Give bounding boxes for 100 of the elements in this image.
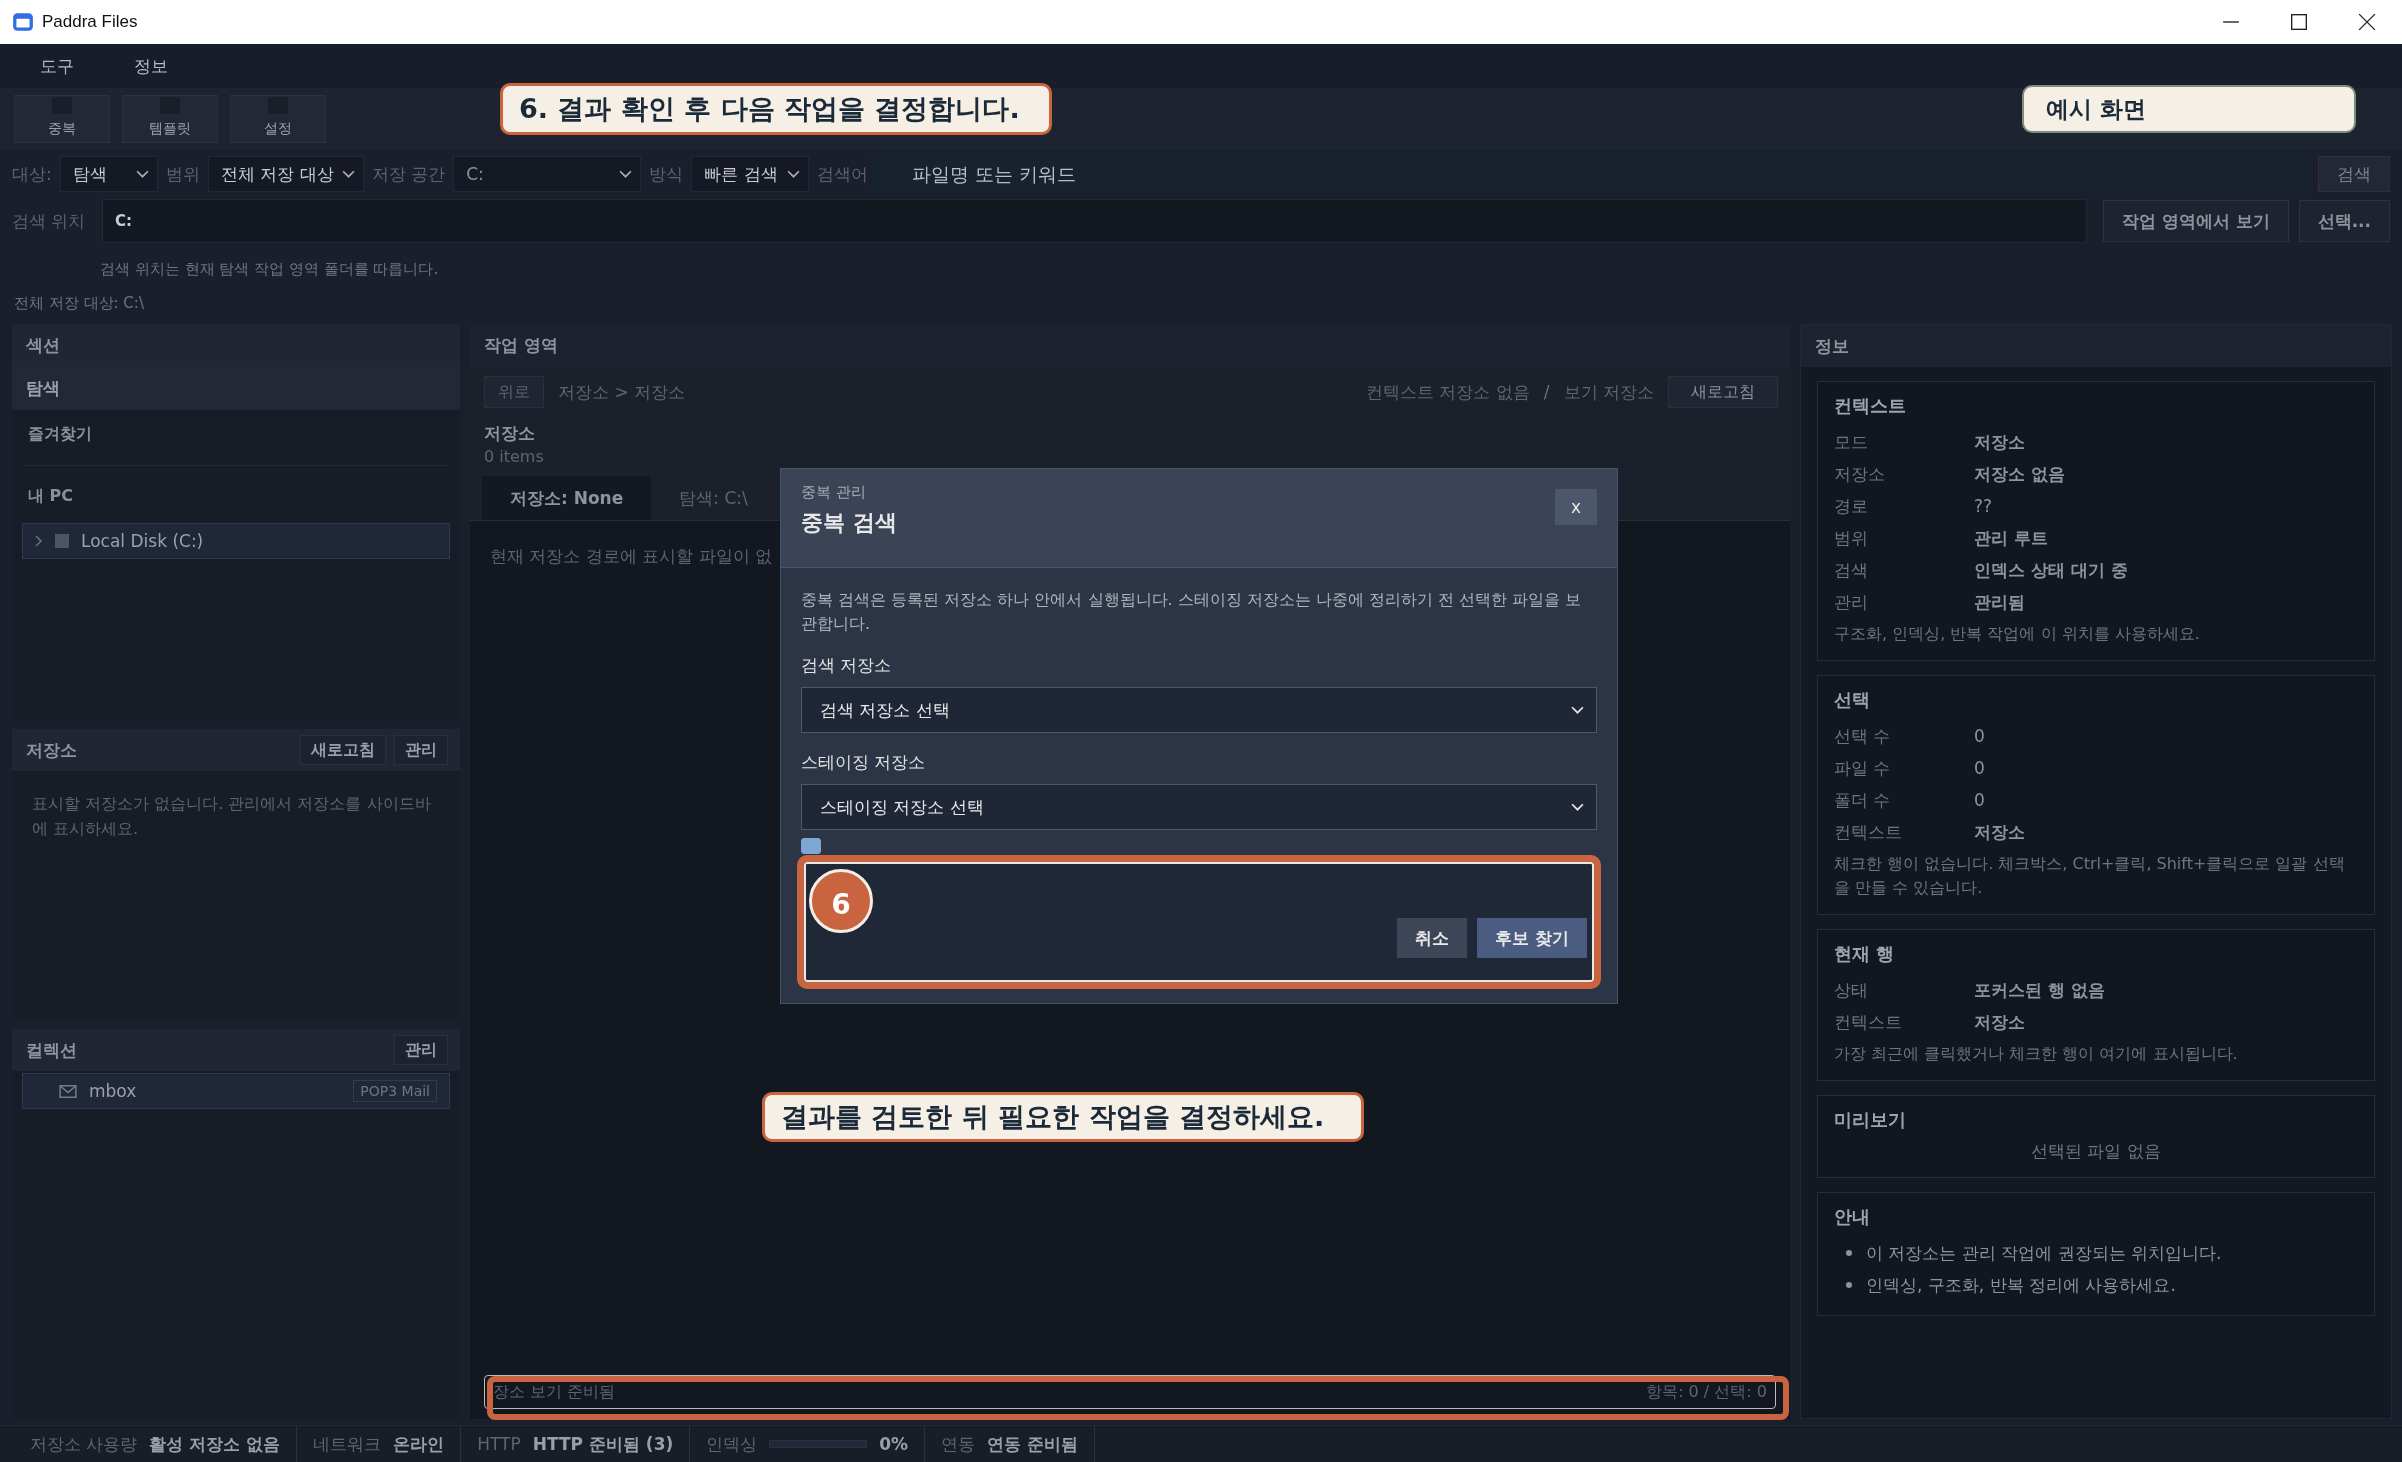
toolbar-button[interactable]: 중복 [14,95,110,143]
chevron-down-icon [787,169,801,179]
panel-header: 컬렉션 [26,1038,77,1062]
panel-header: 정보 [1801,325,2391,367]
info-value: 저장소 [1974,430,2025,454]
toolbar-button[interactable]: 템플릿 [122,95,218,143]
group-label: 내 PC [27,485,75,507]
location-button[interactable]: 작업 영역에서 보기 [2102,200,2289,242]
sample-badge: 예시 화면 [2022,85,2356,133]
guide-text: 이 저장소는 관리 작업에 권장되는 위치입니다. [1866,1241,2222,1265]
info-label: 컨텍스트 [1834,820,1903,844]
status-value: 활성 저장소 없음 [149,1432,281,1456]
dropdown-field[interactable]: 검색 저장소 선택 [801,687,1597,733]
menu-item[interactable]: 정보 [134,54,168,78]
bullet-icon [1846,1282,1852,1288]
card-title: 컨텍스트 [1834,394,1907,418]
group-label: 즐겨찾기 [27,423,93,445]
card-note: 체크한 행이 없습니다. 체크박스, Ctrl+클릭, Shift+클릭으로 일괄 선택을 만들 수 있습니다. [1834,853,2346,899]
location-hint: 검색 위치는 현재 탐색 작업 영역 폴더를 따릅니다. [99,259,440,280]
refresh-button[interactable]: 새로고침 [1668,376,1778,408]
search-button[interactable]: 검색 [2318,156,2390,192]
info-value: 저장소 [1974,820,2025,844]
breadcrumb: 저장소 > 저장소 [558,380,686,404]
info-value: 0 [1974,726,1985,746]
card-title: 미리보기 [1834,1108,1907,1132]
collection-tag: POP3 Mail [353,1080,437,1102]
workspace-heading: 저장소 [470,408,1790,445]
sidebar-nav-item[interactable]: 탐색 [12,366,460,410]
mail-icon [59,1084,77,1098]
location-button[interactable]: 선택... [2298,200,2390,242]
info-label: 검색 [1834,558,1869,582]
info-label: 선택 수 [1834,724,1892,748]
card-title: 안내 [1834,1205,1871,1229]
info-label: 파일 수 [1834,756,1892,780]
maximize-icon[interactable] [2290,13,2308,31]
empty-message: 선택된 파일 없음 [2030,1140,2162,1163]
count-text: 항목: 0 / 선택: 0 [1646,1381,1767,1403]
filter-dropdown[interactable]: C: [453,156,642,192]
location-field[interactable]: C: [102,199,2087,243]
checkbox[interactable] [801,838,821,854]
dropdown-field[interactable]: 스테이징 저장소 선택 [801,784,1597,830]
location-label: 검색 위치 [12,209,87,233]
field-label: 스테이징 저장소 [801,751,927,774]
dialog-button[interactable]: 후보 찾기 [1477,918,1587,958]
all-targets-text: 전체 저장 대상: C:\ [13,293,145,314]
status-value: 0% [879,1434,909,1454]
status-label: 연동 [941,1432,976,1456]
chevron-down-icon [1571,802,1584,812]
panel-header: 작업 영역 [470,324,1790,366]
info-value: 0 [1974,790,1985,810]
card-note: 가장 최근에 클릭했거나 체크한 행이 여기에 표시됩니다. [1834,1043,2239,1065]
info-value: 저장소 [1974,1010,2025,1034]
filter-label: 방식 [649,162,684,186]
info-value: 0 [1974,758,1985,778]
callout: 결과를 검토한 뒤 필요한 작업을 결정하세요. [762,1092,1364,1142]
info-label: 폴더 수 [1834,788,1892,812]
filter-label: 저장 공간 [371,162,446,186]
info-value: ?? [1974,496,1993,516]
menu-item[interactable]: 도구 [40,54,74,78]
dialog-button[interactable]: 취소 [1397,918,1468,958]
status-value: 온라인 [393,1432,445,1456]
guide-text: 인덱싱, 구조화, 반복 정리에 사용하세요. [1866,1273,2176,1297]
toolbar-button[interactable]: 설정 [230,95,326,143]
panel-button[interactable]: 관리 [394,1035,448,1065]
callout: 6. 결과 확인 후 다음 작업을 결정합니다. [500,83,1052,135]
tab[interactable]: 저장소: None [482,476,652,520]
chevron-down-icon [1571,705,1584,715]
info-value: 관리됨 [1974,590,2025,614]
filter-label: 대상: [12,162,52,186]
info-label: 상태 [1834,978,1869,1002]
info-label: 저장소 [1834,462,1886,486]
info-label: 관리 [1834,590,1869,614]
close-button[interactable]: x [1555,489,1597,525]
card-note: 구조화, 인덱싱, 반복 작업에 이 위치를 사용하세요. [1834,623,2201,645]
filter-dropdown[interactable]: 빠른 검색 [691,156,810,192]
close-icon[interactable] [2358,13,2376,31]
drive-item[interactable]: Local Disk (C:) [22,523,450,559]
chevron-down-icon [341,169,355,179]
info-value: 저장소 없음 [1974,462,2065,486]
dialog-title: 중복 검색 [801,509,897,537]
info-label: 범위 [1834,526,1869,550]
status-label: 저장소 사용량 [30,1432,138,1456]
panel-button[interactable]: 새로고침 [300,735,386,765]
panel-button[interactable]: 관리 [394,735,448,765]
keyword-field[interactable]: 파일명 또는 키워드 [870,153,2310,195]
info-label: 모드 [1834,430,1869,454]
status-label: HTTP [477,1434,521,1454]
status-text: 장소 보기 준비됨 [493,1381,616,1403]
filter-dropdown[interactable]: 탐색 [59,156,158,192]
info-label: 경로 [1834,494,1869,518]
card-title: 현재 행 [1834,942,1896,966]
filter-dropdown[interactable]: 전체 저장 대상 [207,156,364,192]
filter-label: 범위 [165,162,200,186]
info-value: 관리 루트 [1974,526,2048,550]
info-value: 인덱스 상태 대기 중 [1974,558,2128,582]
panel-header: 섹션 [12,324,460,366]
collection-item[interactable]: mbox POP3 Mail [22,1073,450,1109]
status-value: HTTP 준비됨 (3) [532,1432,674,1456]
status-value: 연동 준비됨 [987,1432,1079,1456]
status-label: 네트워크 [313,1432,382,1456]
